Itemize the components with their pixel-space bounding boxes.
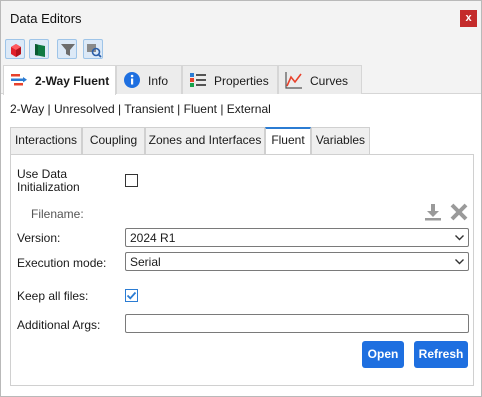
version-select[interactable]: 2024 R1: [125, 228, 469, 247]
keep-files-label: Keep all files:: [17, 289, 89, 303]
green-flag-button[interactable]: [29, 39, 49, 59]
filter-button[interactable]: [57, 39, 77, 59]
fluent-settings-panel: Use Data Initialization Filename: Versio…: [10, 154, 474, 386]
execution-mode-label: Execution mode:: [17, 256, 107, 270]
filename-label: Filename:: [31, 207, 84, 221]
tab-curves[interactable]: Curves: [278, 65, 362, 94]
open-button[interactable]: Open: [362, 341, 404, 368]
filter-icon: [61, 44, 75, 56]
window-title: Data Editors: [10, 11, 82, 26]
download-icon[interactable]: [423, 202, 443, 222]
properties-icon: [190, 73, 206, 87]
curves-icon: [285, 72, 302, 89]
tab-properties[interactable]: Properties: [182, 65, 278, 94]
additional-args-label: Additional Args:: [17, 318, 101, 332]
status-line: 2-Way | Unresolved | Transient | Fluent …: [10, 102, 271, 116]
tab-label: Properties: [214, 74, 269, 88]
search-settings-button[interactable]: [83, 39, 103, 59]
tab-info[interactable]: Info: [116, 65, 182, 94]
clear-icon[interactable]: [449, 202, 469, 222]
use-data-init-checkbox[interactable]: [125, 174, 138, 187]
version-label: Version:: [17, 231, 61, 245]
red-cube-icon: [11, 44, 21, 57]
keep-files-checkbox[interactable]: [125, 289, 138, 302]
main-tab-bar: 2-Way Fluent Info Properties Curves: [1, 61, 481, 95]
tab-label: Curves: [310, 74, 349, 88]
info-icon: [124, 72, 140, 88]
tab-label: 2-Way Fluent: [35, 74, 110, 88]
chevron-down-icon: [455, 259, 464, 265]
data-editors-window: Data Editors x 2-Way Fluent Info Propert…: [0, 0, 482, 397]
search-settings-icon: [87, 44, 102, 58]
checkmark-icon: [126, 291, 137, 300]
version-value: 2024 R1: [130, 231, 176, 245]
tab-fluent[interactable]: Fluent: [265, 127, 311, 155]
execution-mode-select[interactable]: Serial: [125, 252, 469, 271]
tab-coupling[interactable]: Coupling: [82, 127, 145, 154]
tab-variables[interactable]: Variables: [311, 127, 370, 154]
red-cube-button[interactable]: [5, 39, 25, 59]
chevron-down-icon: [455, 235, 464, 241]
green-flag-icon: [35, 44, 45, 57]
tab-label: Info: [148, 74, 169, 88]
execution-mode-value: Serial: [130, 255, 161, 269]
tab-2-way-fluent[interactable]: 2-Way Fluent: [3, 65, 116, 95]
sub-tab-bar: Interactions Coupling Zones and Interfac…: [10, 127, 474, 155]
coupling-icon: [11, 74, 27, 86]
refresh-button[interactable]: Refresh: [414, 341, 468, 368]
use-data-init-label-2: Initialization: [17, 180, 80, 194]
additional-args-input[interactable]: [125, 314, 469, 333]
use-data-init-label: Use Data: [17, 167, 68, 181]
toolbar: [1, 37, 481, 61]
close-button[interactable]: x: [460, 10, 477, 27]
tab-interactions[interactable]: Interactions: [10, 127, 82, 154]
title-bar: Data Editors x: [1, 1, 481, 37]
tab-zones-and-interfaces[interactable]: Zones and Interfaces: [145, 127, 265, 154]
